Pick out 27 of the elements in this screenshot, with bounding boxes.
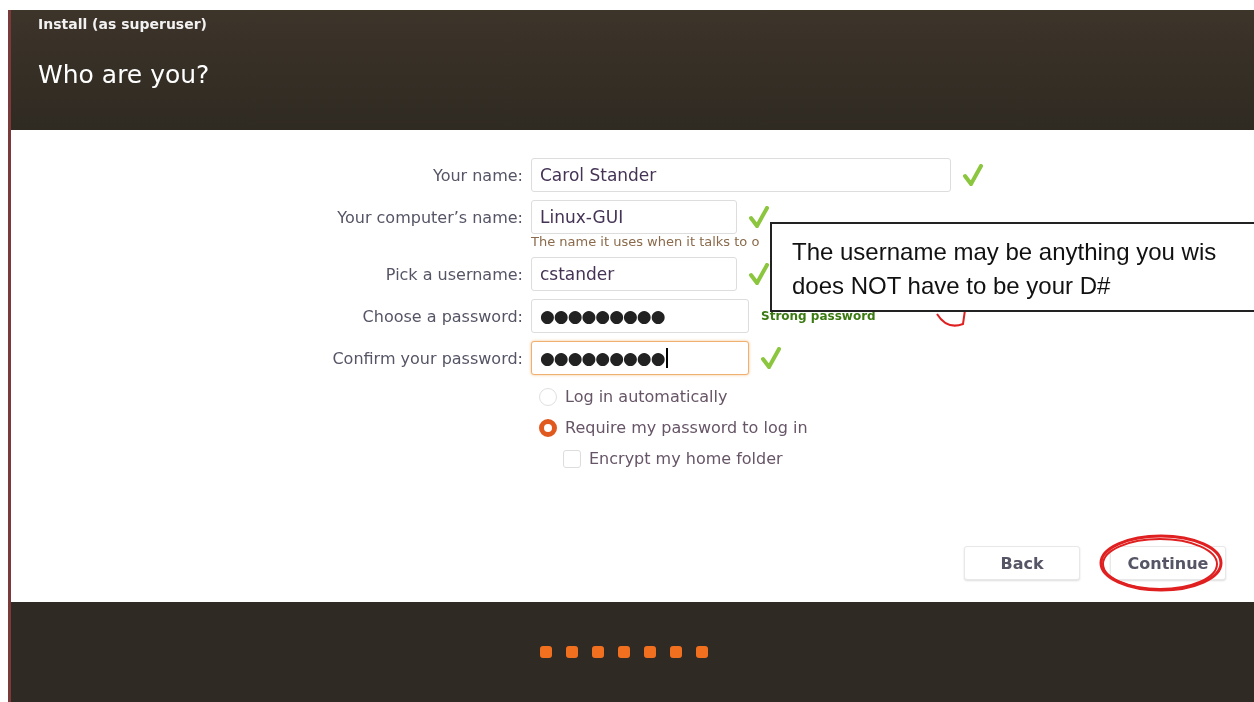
page-heading: Who are you? (38, 60, 211, 89)
option-label: Log in automatically (565, 387, 728, 406)
field-label: Confirm your password: (331, 348, 523, 368)
window-title: Install (as superuser) (38, 16, 208, 32)
checkmark-icon (749, 206, 769, 228)
back-button[interactable]: Back (964, 546, 1080, 580)
radio-button[interactable] (539, 418, 557, 437)
field-label: Choose a password: (361, 306, 523, 326)
field-label: Your computer’s name: (336, 207, 523, 227)
text-field[interactable]: cstander (531, 257, 737, 291)
checkmark-icon (963, 164, 983, 186)
callout-text: does NOT have to be your D# (792, 272, 1112, 300)
password-strength: Strong password (761, 309, 876, 323)
continue-button[interactable]: Continue (1110, 546, 1226, 580)
field-label: Pick a username: (384, 264, 523, 284)
option-label: Require my password to log in (565, 418, 808, 437)
field-label: Your name: (432, 165, 523, 185)
password-field[interactable]: ●●●●●●●●● (531, 341, 749, 375)
password-field[interactable]: ●●●●●●●●● (531, 299, 749, 333)
checkmark-icon (761, 347, 781, 369)
text-field[interactable]: Linux-GUI (531, 200, 737, 234)
option-label: Encrypt my home folder (589, 449, 783, 468)
checkmark-icon (749, 263, 769, 285)
callout-text: The username may be anything you wis (792, 238, 1218, 266)
text-field[interactable]: Carol Stander (531, 158, 951, 192)
checkbox[interactable] (563, 449, 581, 468)
field-hint: The name it uses when it talks to o (531, 234, 761, 249)
